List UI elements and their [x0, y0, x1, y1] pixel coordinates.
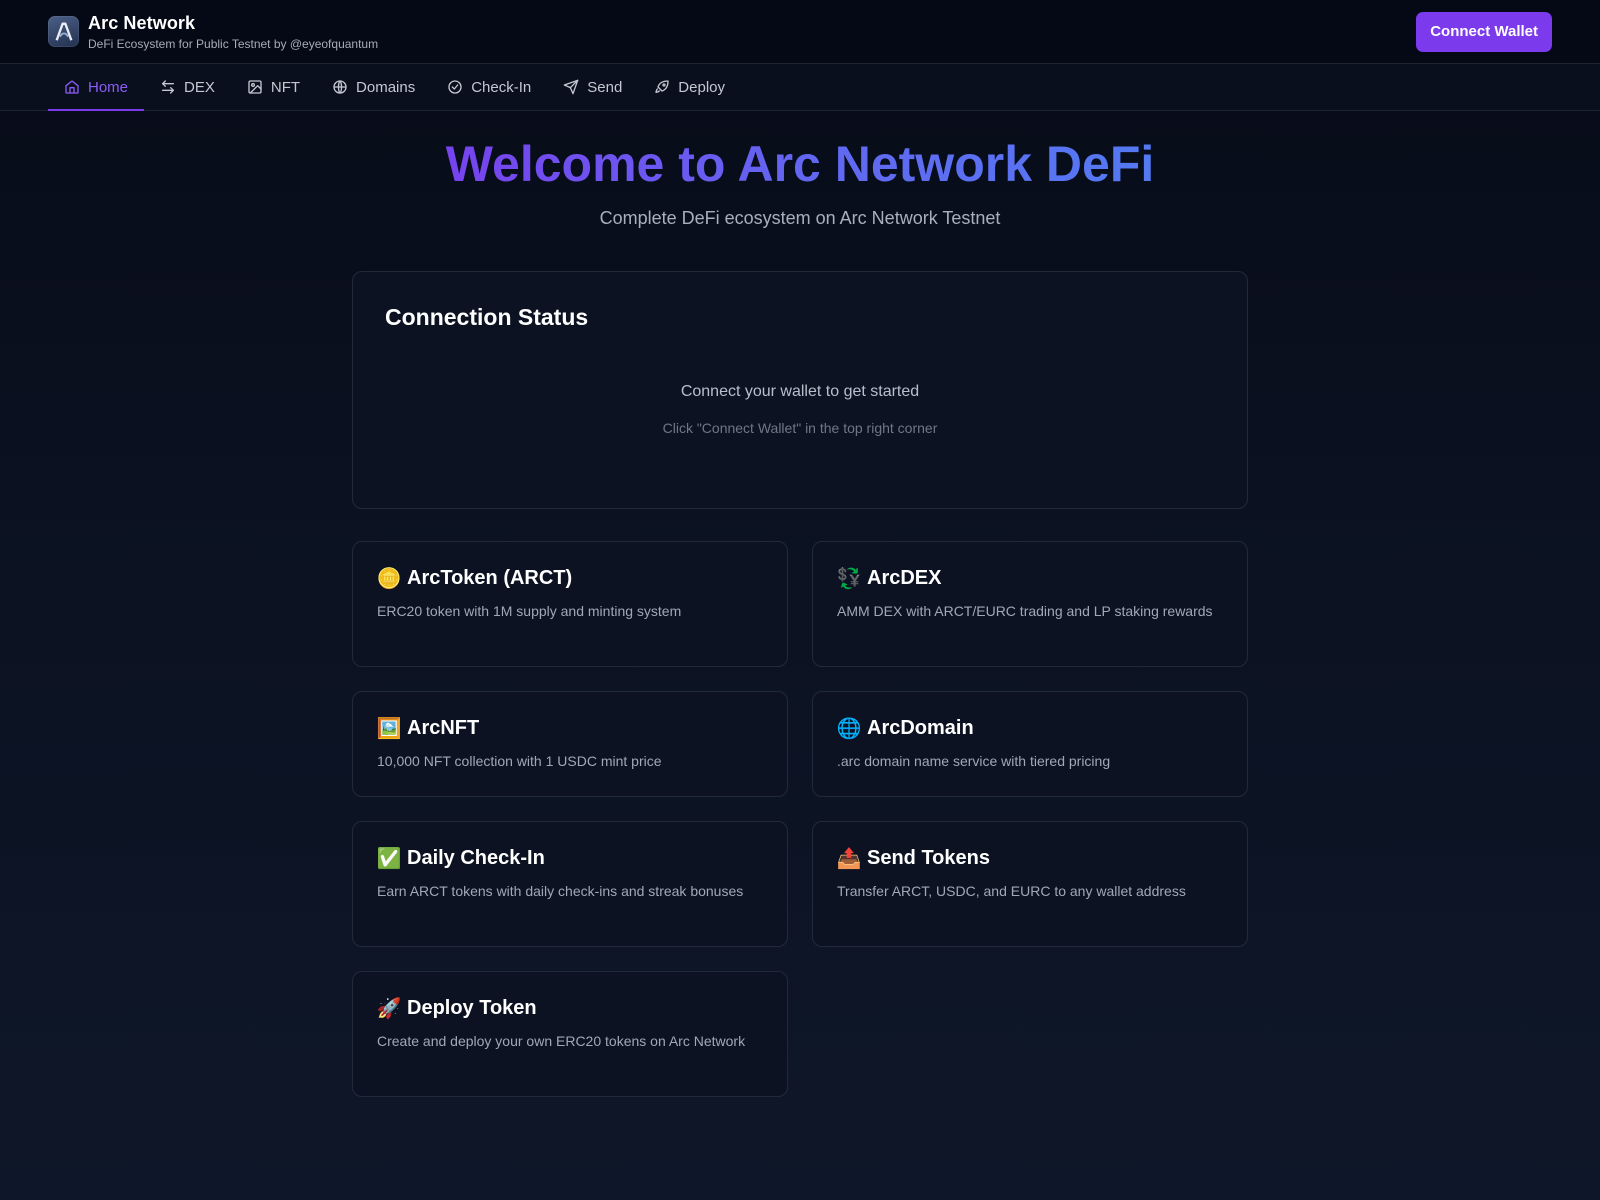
coin-icon: 🪙 — [376, 568, 402, 590]
image-icon — [248, 80, 262, 94]
feature-description: Transfer ARCT, USDC, and EURC to any wal… — [837, 883, 1186, 899]
feature-description: 10,000 NFT collection with 1 USDC mint p… — [377, 753, 662, 769]
home-icon — [65, 80, 79, 94]
tab-send[interactable]: Send — [547, 64, 638, 110]
tab-domains-label: Domains — [356, 78, 416, 96]
feature-description: Earn ARCT tokens with daily check-ins an… — [377, 883, 744, 899]
tab-check-in[interactable]: Check-In — [431, 64, 547, 110]
brand[interactable]: Arc Network DeFi Ecosystem for Public Te… — [48, 13, 378, 51]
tab-nft[interactable]: NFT — [231, 64, 316, 110]
feature-card-arcnft[interactable]: 🖼️ ArcNFT 10,000 NFT collection with 1 U… — [352, 691, 788, 797]
app-title: Arc Network — [88, 12, 196, 33]
globe-icon — [333, 80, 347, 94]
feature-description: ERC20 token with 1M supply and minting s… — [377, 603, 682, 619]
app-header: Arc Network DeFi Ecosystem for Public Te… — [0, 0, 1600, 64]
main-content: Welcome to Arc Network DeFi Complete DeF… — [352, 111, 1248, 1097]
feature-description: .arc domain name service with tiered pri… — [837, 753, 1111, 769]
tab-send-label: Send — [587, 78, 623, 96]
rocket-icon — [655, 80, 669, 93]
check-circle-icon — [448, 80, 462, 94]
feature-card-deploy-token[interactable]: 🚀 Deploy Token Create and deploy your ow… — [352, 971, 788, 1097]
app-subtitle: DeFi Ecosystem for Public Testnet by @ey… — [88, 36, 379, 51]
swap-arrows-icon — [162, 80, 175, 94]
feature-card-daily-check-in[interactable]: ✅ Daily Check-In Earn ARCT tokens with d… — [352, 821, 788, 947]
feature-title: Send Tokens — [867, 847, 990, 869]
connection-status-title: Connection Status — [385, 304, 589, 330]
tab-domains[interactable]: Domains — [316, 64, 431, 110]
framed-picture-icon: 🖼️ — [376, 718, 402, 740]
tab-home-label: Home — [88, 78, 129, 96]
connect-wallet-button[interactable]: Connect Wallet — [1416, 11, 1552, 52]
tab-check-in-label: Check-In — [471, 78, 532, 96]
tab-deploy-label: Deploy — [678, 78, 725, 96]
connection-status-card: Connection Status Connect your wallet to… — [352, 271, 1248, 509]
tab-dex-label: DEX — [184, 78, 215, 96]
tab-nft-label: NFT — [270, 78, 301, 96]
feature-title: ArcToken (ARCT) — [407, 567, 573, 589]
feature-card-arcdomain[interactable]: 🌐 ArcDomain .arc domain name service wit… — [812, 691, 1248, 797]
arc-logo-icon — [48, 16, 79, 47]
connection-status-hint: Click "Connect Wallet" in the top right … — [662, 420, 938, 436]
send-icon — [563, 79, 579, 95]
feature-grid: 🪙 ArcToken (ARCT) ERC20 token with 1M su… — [352, 541, 1248, 1097]
feature-title: Deploy Token — [407, 997, 537, 1019]
tab-deploy[interactable]: Deploy — [638, 64, 741, 110]
feature-title: ArcNFT — [407, 717, 480, 739]
feature-card-arctoken[interactable]: 🪙 ArcToken (ARCT) ERC20 token with 1M su… — [352, 541, 788, 667]
tab-home[interactable]: Home — [48, 64, 145, 111]
feature-description: AMM DEX with ARCT/EURC trading and LP st… — [837, 603, 1213, 619]
tab-dex[interactable]: DEX — [144, 64, 231, 110]
feature-card-arcdex[interactable]: 💱 ArcDEX AMM DEX with ARCT/EURC trading … — [812, 541, 1248, 667]
feature-title: ArcDomain — [867, 717, 974, 739]
currency-exchange-icon: 💱 — [836, 568, 862, 590]
main-nav: Home DEX NFT Domains Check-In Send Deplo… — [0, 64, 1600, 111]
connection-status-message: Connect your wallet to get started — [680, 383, 920, 400]
rocket-emoji-icon: 🚀 — [376, 998, 402, 1020]
hero-subtitle: Complete DeFi ecosystem on Arc Network T… — [599, 208, 1001, 228]
feature-title: Daily Check-In — [407, 847, 545, 869]
outbox-tray-icon: 📤 — [836, 848, 862, 870]
globe-emoji-icon: 🌐 — [836, 718, 862, 740]
feature-description: Create and deploy your own ERC20 tokens … — [377, 1033, 746, 1049]
check-mark-icon: ✅ — [376, 848, 402, 870]
feature-card-send-tokens[interactable]: 📤 Send Tokens Transfer ARCT, USDC, and E… — [812, 821, 1248, 947]
hero-title: Welcome to Arc Network DeFi — [352, 137, 1248, 192]
feature-title: ArcDEX — [867, 567, 942, 589]
